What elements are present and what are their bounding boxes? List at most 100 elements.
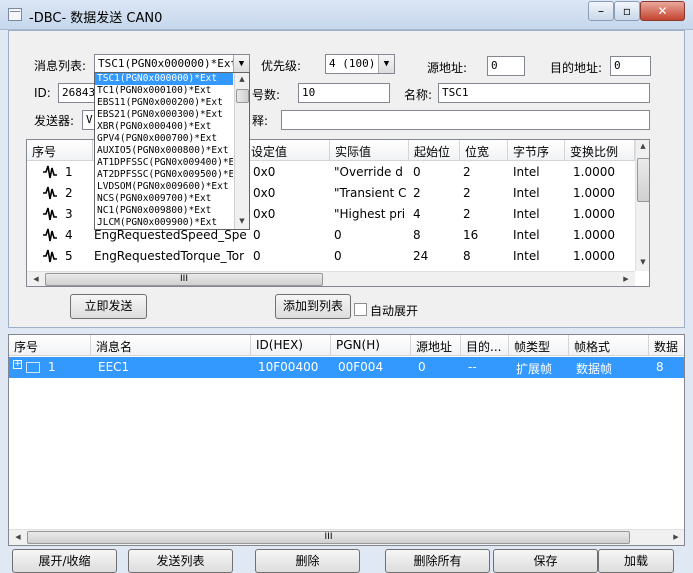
dropdown-option[interactable]: EBS11(PGN0x000200)*Ext: [95, 97, 233, 109]
horizontal-scrollbar[interactable]: ◀ III ▶: [9, 529, 684, 545]
source-address-input[interactable]: 0: [487, 56, 525, 76]
dropdown-option[interactable]: AT2DPFSSC(PGN0x009500)*Ex: [95, 169, 233, 181]
col-header-message-name[interactable]: 消息名: [91, 335, 251, 356]
signal-no: 4: [65, 228, 73, 242]
dropdown-option[interactable]: AT1DPFSSC(PGN0x009400)*Ex: [95, 157, 233, 169]
signal-set-value[interactable]: 0x0: [248, 204, 280, 225]
col-header-bit-width[interactable]: 位宽: [460, 140, 508, 161]
message-list-label: 消息列表:: [34, 59, 87, 73]
send-row-frame-format: 数据帧: [576, 362, 613, 376]
minimize-button[interactable]: –: [588, 1, 614, 21]
col-header-frame-type[interactable]: 帧类型: [509, 335, 569, 356]
col-header-id-hex[interactable]: ID(HEX): [251, 335, 331, 356]
scroll-left-icon[interactable]: ◀: [11, 533, 25, 541]
close-button[interactable]: ✕: [640, 1, 685, 21]
col-header-byte-order[interactable]: 字节序: [508, 140, 565, 161]
scroll-right-icon[interactable]: ▶: [619, 275, 633, 283]
load-button[interactable]: 加载: [598, 549, 674, 573]
scroll-left-icon[interactable]: ◀: [29, 275, 43, 283]
signal-set-value[interactable]: 0: [248, 225, 266, 246]
signal-start-bit: 0: [413, 165, 421, 179]
auto-expand-checkbox[interactable]: [354, 303, 367, 316]
expand-icon[interactable]: +: [13, 360, 22, 369]
name-input[interactable]: TSC1: [438, 83, 650, 103]
signal-set-value[interactable]: 0x0: [248, 162, 280, 183]
table-row[interactable]: + 1 EEC1 10F00400 00F004 0 -- 扩展帧 数据帧 8: [9, 357, 684, 378]
signal-count-input[interactable]: 10: [298, 83, 390, 103]
dropdown-option[interactable]: TC1(PGN0x000100)*Ext: [95, 85, 233, 97]
col-header-set-value[interactable]: 设定值: [246, 140, 330, 161]
send-row-data-length: 8: [656, 360, 664, 374]
title-bar: -DBC- 数据发送 CAN0 – ▫ ✕: [0, 0, 693, 30]
scrollbar-thumb[interactable]: [637, 158, 649, 202]
col-header-scale[interactable]: 变换比例: [565, 140, 635, 161]
col-header-dest-address[interactable]: 目的...: [461, 335, 509, 356]
maximize-button[interactable]: ▫: [614, 1, 640, 21]
message-icon: [26, 362, 40, 373]
col-header-no[interactable]: 序号: [9, 335, 91, 356]
col-header-pgn[interactable]: PGN(H): [331, 335, 411, 356]
add-to-list-button[interactable]: 添加到列表: [275, 294, 351, 319]
expand-collapse-button[interactable]: 展开/收缩: [12, 549, 117, 573]
scrollbar-thumb[interactable]: III: [45, 273, 323, 286]
bottom-toolbar: 展开/收缩 发送列表 删除 删除所有 保存 加载: [0, 546, 693, 573]
comment-input[interactable]: [281, 110, 650, 130]
scroll-up-icon[interactable]: ▲: [235, 75, 249, 83]
signal-set-value[interactable]: 0x0: [248, 183, 280, 204]
dest-address-input[interactable]: 0: [610, 56, 651, 76]
dropdown-option[interactable]: LVDSOM(PGN0x009600)*Ext: [95, 181, 233, 193]
priority-combo[interactable]: 4 (100) ▼: [325, 54, 395, 74]
send-now-button[interactable]: 立即发送: [70, 294, 147, 319]
col-header-source-address[interactable]: 源地址: [411, 335, 461, 356]
send-row-source: 0: [418, 360, 426, 374]
scroll-down-icon[interactable]: ▼: [636, 258, 649, 266]
signal-byte-order: Intel: [513, 207, 540, 221]
signal-set-value[interactable]: 0: [248, 246, 266, 267]
signal-scale: 1.0000: [573, 249, 615, 263]
save-button[interactable]: 保存: [493, 549, 598, 573]
signal-actual-value: "Highest pri: [334, 207, 406, 221]
scrollbar-thumb[interactable]: [236, 89, 249, 103]
dropdown-option[interactable]: AUXIO5(PGN0x000800)*Ext: [95, 145, 233, 157]
col-header-frame-format[interactable]: 帧格式: [569, 335, 649, 356]
delete-button[interactable]: 删除: [255, 549, 360, 573]
dropdown-option[interactable]: TSC1(PGN0x000000)*Ext: [95, 73, 233, 85]
message-list-combo[interactable]: TSC1(PGN0x000000)*Ext ▼: [94, 54, 250, 74]
signal-start-bit: 8: [413, 228, 421, 242]
source-address-label: 源地址:: [427, 61, 468, 75]
dropdown-option[interactable]: NCS(PGN0x009700)*Ext: [95, 193, 233, 205]
message-list-dropdown[interactable]: TSC1(PGN0x000000)*Ext TC1(PGN0x000100)*E…: [94, 72, 250, 230]
dropdown-option[interactable]: JLCM(PGN0x009900)*Ext: [95, 217, 233, 229]
priority-label: 优先级:: [261, 59, 302, 73]
col-header-actual-value[interactable]: 实际值: [330, 140, 409, 161]
chevron-down-icon[interactable]: ▼: [378, 55, 394, 73]
col-header-start-bit[interactable]: 起始位: [409, 140, 460, 161]
scrollbar-thumb[interactable]: III: [27, 531, 630, 544]
send-row-id: 10F00400: [258, 360, 319, 374]
comment-label: 释:: [252, 114, 269, 128]
table-row[interactable]: 5 EngRequestedTorque_Tor 0 0 24 8 Intel …: [27, 246, 635, 267]
signal-start-bit: 4: [413, 207, 421, 221]
dropdown-scrollbar[interactable]: ▲ ▼: [234, 73, 249, 229]
signal-bit-width: 8: [463, 249, 471, 263]
dropdown-option[interactable]: NC1(PGN0x009800)*Ext: [95, 205, 233, 217]
vertical-scrollbar[interactable]: ▲ ▼: [635, 140, 649, 271]
send-list-button[interactable]: 发送列表: [128, 549, 233, 573]
signal-start-bit: 24: [413, 249, 429, 263]
signal-no: 3: [65, 207, 73, 221]
chevron-down-icon[interactable]: ▼: [233, 55, 249, 73]
signal-bit-width: 16: [463, 228, 479, 242]
scroll-down-icon[interactable]: ▼: [235, 217, 249, 225]
dropdown-option[interactable]: GPV4(PGN0x000700)*Ext: [95, 133, 233, 145]
scroll-right-icon[interactable]: ▶: [669, 533, 683, 541]
horizontal-scrollbar[interactable]: ◀ III ▶: [27, 271, 635, 286]
scroll-up-icon[interactable]: ▲: [636, 142, 649, 150]
col-header-data[interactable]: 数据: [649, 335, 684, 356]
send-list-grid: 序号 消息名 ID(HEX) PGN(H) 源地址 目的... 帧类型 帧格式 …: [8, 334, 685, 546]
col-header-no[interactable]: 序号: [27, 140, 93, 161]
id-input[interactable]: 2684354: [58, 83, 98, 103]
delete-all-button[interactable]: 删除所有: [385, 549, 490, 573]
signal-no: 5: [65, 249, 73, 263]
dropdown-option[interactable]: XBR(PGN0x000400)*Ext: [95, 121, 233, 133]
dropdown-option[interactable]: EBS21(PGN0x000300)*Ext: [95, 109, 233, 121]
